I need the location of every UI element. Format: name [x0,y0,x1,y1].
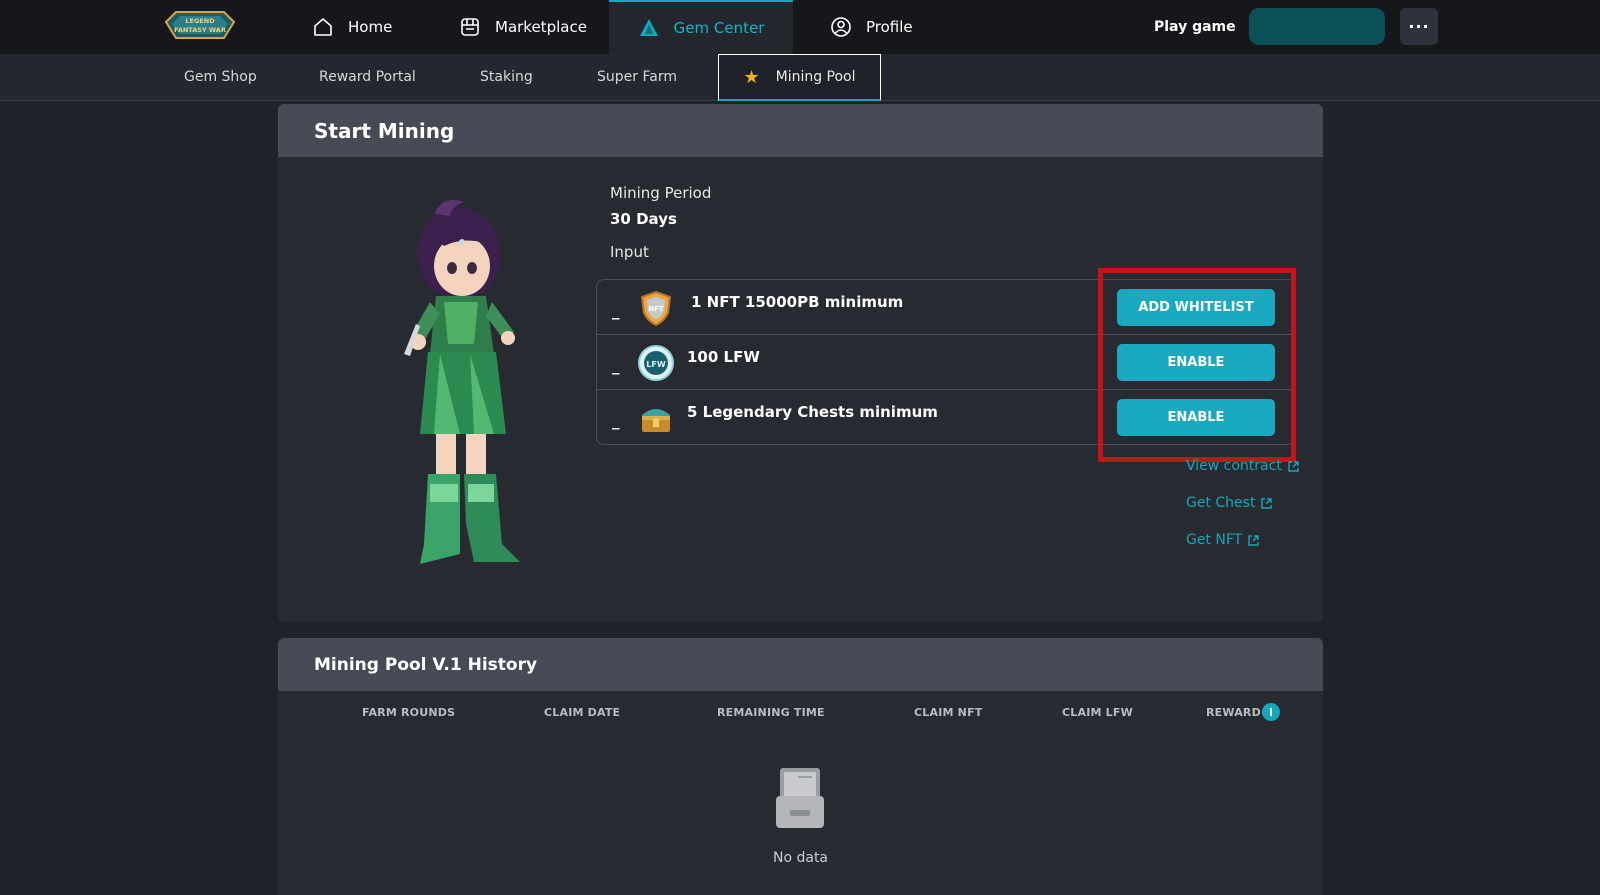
column-header-claim-date: CLAIM DATE [544,706,621,719]
svg-text:NFT: NFT [648,305,664,313]
start-mining-panel: Start Mining Mining Period 30 Days Input… [278,104,1323,622]
get-chest-link[interactable]: Get Chest [1186,495,1273,511]
start-mining-title: Start Mining [278,104,1323,157]
nav-marketplace[interactable]: Marketplace [459,0,587,54]
nav-gem-center[interactable]: Gem Center [609,0,793,54]
tab-mining-pool-label: Mining Pool [775,69,856,85]
nav-profile[interactable]: Profile [830,0,913,54]
svg-text:LFW: LFW [646,360,666,369]
history-title: Mining Pool V.1 History [278,638,1323,691]
reward-info-icon[interactable]: i [1262,703,1280,721]
nav-gem-center-label: Gem Center [673,19,765,37]
lfw-token-icon: LFW [638,345,674,381]
row-dash: _ [612,302,620,320]
input-nft-text: 1 NFT 15000PB minimum [691,293,904,311]
input-lfw-text: 100 LFW [687,348,760,366]
column-header-remaining-time: REMAINING TIME [717,706,825,719]
row-dash: _ [612,412,620,430]
mining-history-panel: Mining Pool V.1 History FARM ROUNDS CLAI… [278,638,1323,895]
row-dash: _ [612,357,620,375]
tab-staking[interactable]: Staking [480,54,533,100]
hero-character-illustration [404,199,520,564]
nav-home-label: Home [348,18,393,36]
mining-period-value: 30 Days [610,210,677,228]
get-nft-label: Get NFT [1186,532,1243,548]
nav-home[interactable]: Home [312,0,392,54]
tab-reward-portal[interactable]: Reward Portal [319,54,416,100]
tab-mining-pool[interactable]: ★ Mining Pool [718,54,881,101]
column-header-claim-lfw: CLAIM LFW [1062,706,1133,719]
input-label: Input [610,243,649,261]
more-options-button[interactable]: ··· [1400,8,1438,45]
external-link-icon [1261,497,1273,509]
store-icon [461,18,479,36]
mining-period-label: Mining Period [610,184,712,202]
external-link-icon [1288,460,1299,472]
profile-icon [831,17,851,37]
play-game-label[interactable]: Play game [1154,19,1236,35]
play-game-button[interactable] [1249,8,1385,45]
get-nft-link[interactable]: Get NFT [1186,532,1260,548]
tab-super-farm[interactable]: Super Farm [597,54,677,100]
nav-marketplace-label: Marketplace [495,18,587,36]
sub-navigation: Gem Shop Reward Portal Staking Super Far… [0,54,1600,101]
no-data-text: No data [772,850,829,866]
view-contract-label: View contract [1186,458,1282,474]
input-chests-text: 5 Legendary Chests minimum [687,403,938,421]
column-header-farm-rounds: FARM ROUNDS [362,706,456,719]
external-link-icon [1248,534,1259,546]
tab-gem-shop[interactable]: Gem Shop [184,54,257,100]
column-header-reward: REWARD [1206,706,1261,719]
legend-fantasy-war-logo[interactable]: LEGEND FANTASY WAR [162,8,238,42]
gem-icon [639,19,658,36]
empty-box-icon [776,768,824,828]
get-chest-label: Get Chest [1186,495,1256,511]
nav-profile-label: Profile [866,18,913,36]
top-navigation: LEGEND FANTASY WAR Home Marketplace Gem … [0,0,1600,54]
nft-shield-icon: NFT [640,290,672,327]
logo-text-top: LEGEND [185,17,215,25]
view-contract-link[interactable]: View contract [1186,458,1300,474]
highlight-box [1098,268,1296,462]
star-icon: ★ [743,66,760,88]
column-header-claim-nft: CLAIM NFT [914,706,983,719]
treasure-chest-icon [642,409,670,432]
logo-text-bottom: FANTASY WAR [174,26,226,34]
home-icon [314,18,332,36]
